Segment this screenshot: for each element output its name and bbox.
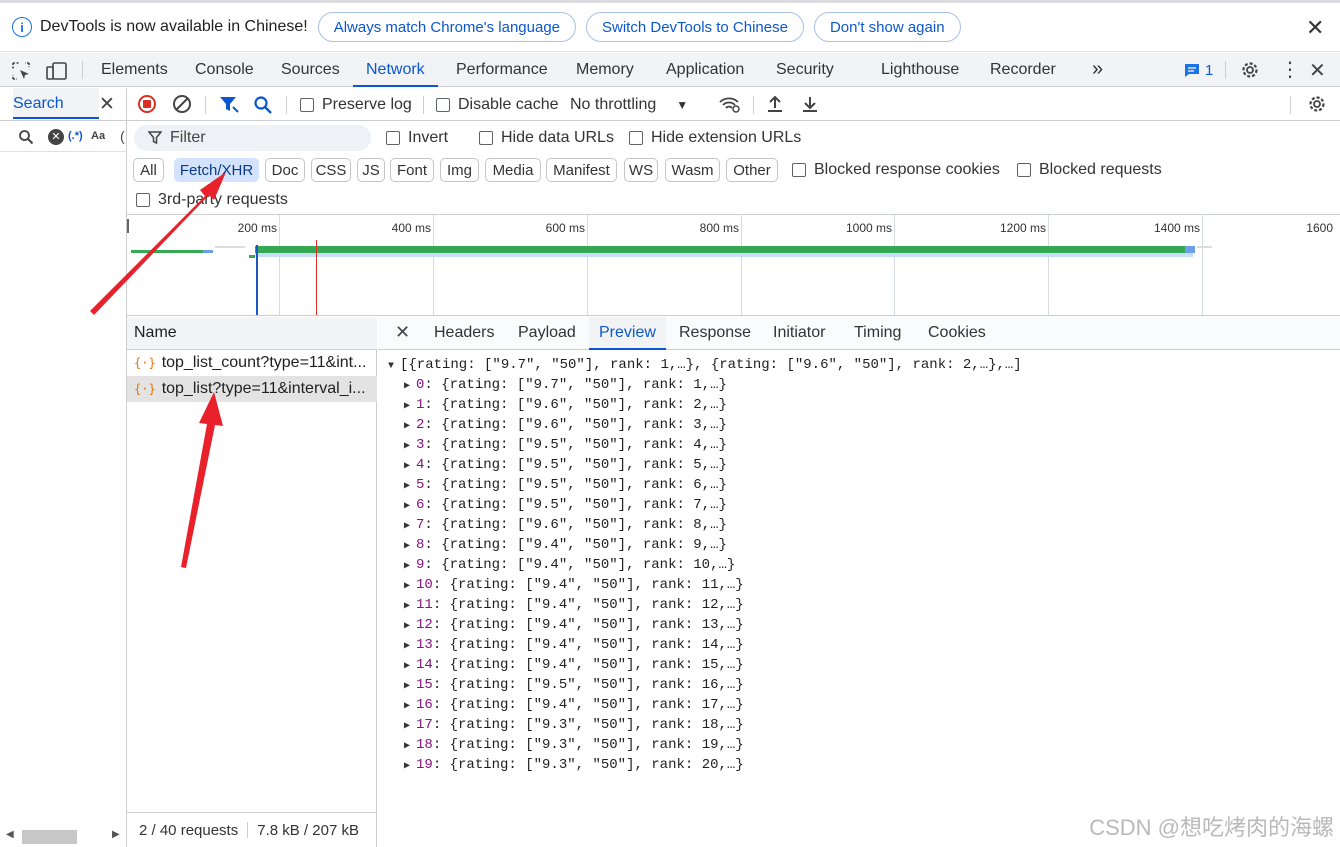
red-arrow-to-fetch-xhr bbox=[90, 172, 226, 315]
watermark: CSDN @想吃烤肉的海螺 bbox=[1089, 815, 1334, 840]
annotation-arrows bbox=[90, 172, 226, 568]
red-arrow-to-request bbox=[181, 392, 223, 568]
